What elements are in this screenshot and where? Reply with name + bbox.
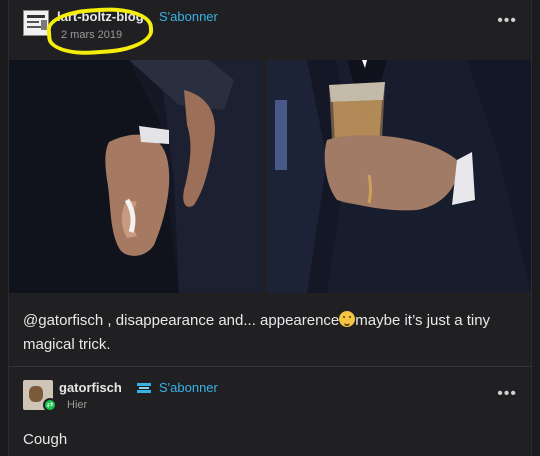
thinking-face-icon: [339, 311, 356, 327]
reply-time[interactable]: Hier: [67, 399, 87, 411]
mention-link[interactable]: @gatorfisch: [23, 312, 103, 329]
photo-right[interactable]: [267, 60, 531, 293]
caption-text-part1: , disappearance and... appearence: [103, 312, 340, 329]
photo-left[interactable]: [9, 60, 263, 293]
post-header: lart-boltz-blog S'abonner 2 mars 2019 ••…: [9, 0, 531, 58]
follow-button[interactable]: S'abonner: [159, 9, 218, 24]
more-options-icon[interactable]: •••: [497, 12, 517, 30]
blog-avatar[interactable]: [23, 10, 49, 36]
post-date[interactable]: 2 mars 2019: [61, 29, 122, 41]
reply-text: Cough: [23, 431, 68, 448]
hand-glass-photo-right: [267, 60, 531, 293]
blog-name[interactable]: lart-boltz-blog: [57, 9, 144, 24]
reblog-badge-icon: ⇄: [43, 398, 57, 412]
reply-author-name[interactable]: gatorfisch: [59, 380, 122, 395]
hands-photo-left: [9, 60, 263, 293]
reply-follow-button[interactable]: S'abonner: [159, 380, 218, 395]
blog-badge-icon: [137, 383, 151, 393]
post-caption: @gatorfisch , disappearance and... appea…: [23, 309, 519, 357]
reply-more-options-icon[interactable]: •••: [497, 385, 517, 403]
divider: [9, 366, 531, 367]
post-card: lart-boltz-blog S'abonner 2 mars 2019 ••…: [8, 0, 532, 456]
